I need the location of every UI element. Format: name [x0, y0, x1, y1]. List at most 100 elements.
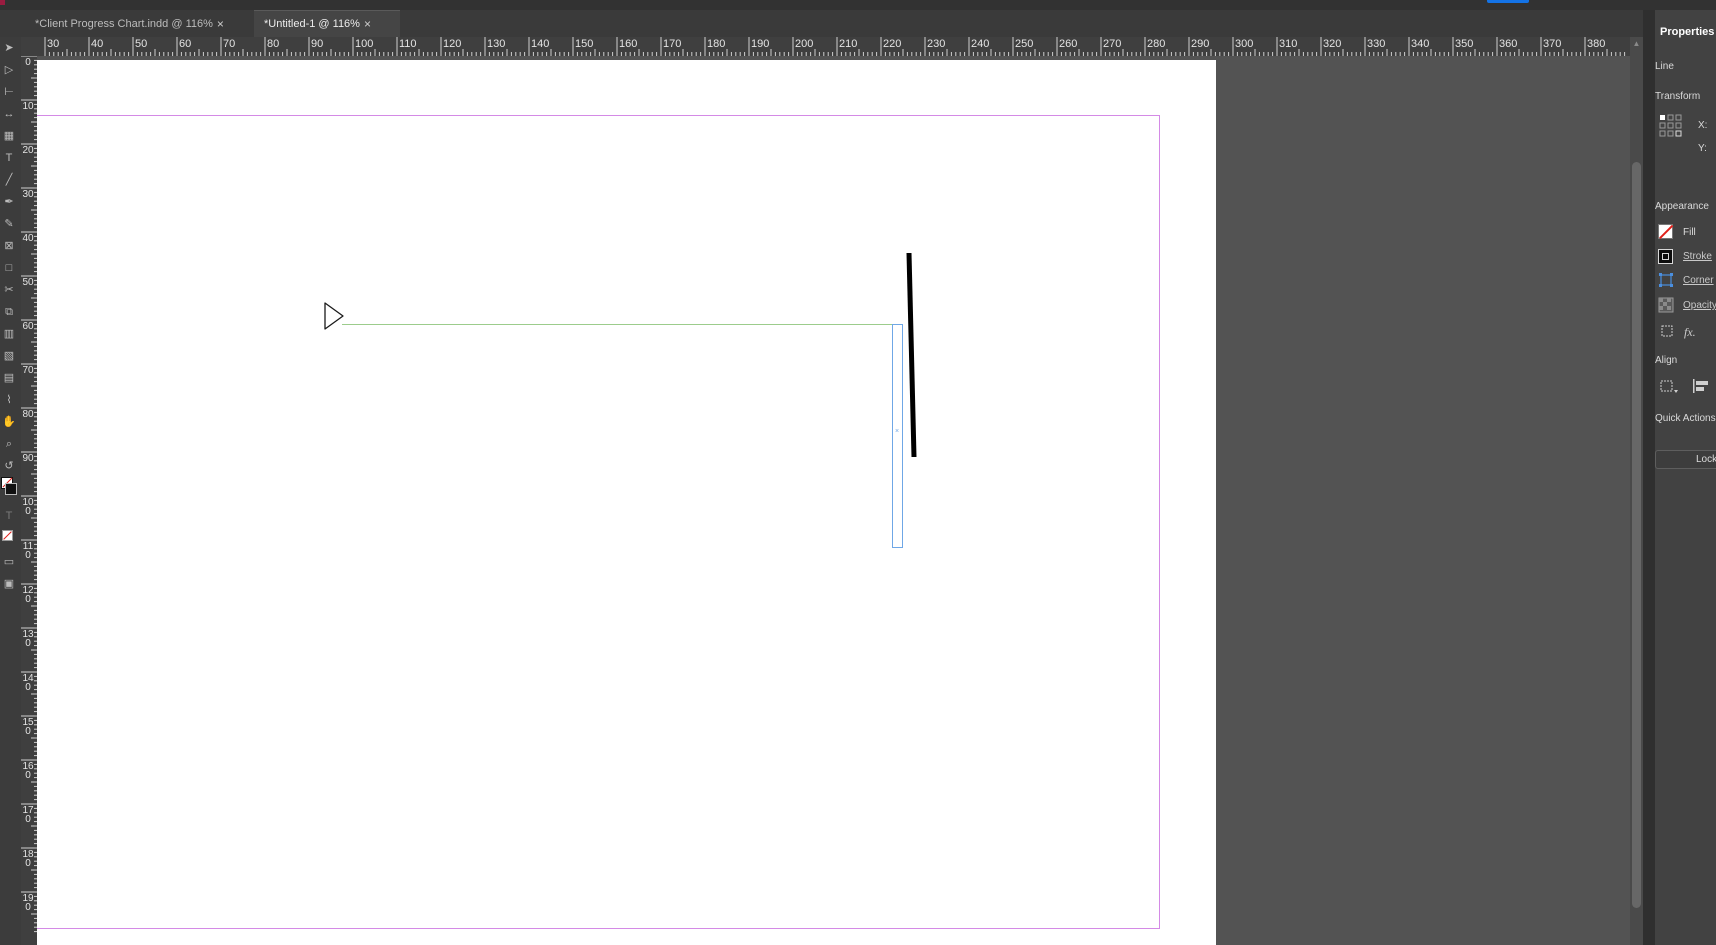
opacity-icon[interactable] [1658, 297, 1674, 313]
gradient-swatch-tool-icon[interactable]: ▥ [2, 327, 16, 341]
drawn-line[interactable] [37, 60, 1216, 945]
document-tab-bar: *Client Progress Chart.indd @ 116% × *Un… [0, 10, 1643, 38]
h-ruler-label: 70 [223, 38, 236, 50]
document-page[interactable]: × [37, 60, 1216, 945]
v-ruler-label: 190 [22, 893, 34, 913]
v-ruler-label: 180 [22, 849, 34, 869]
close-icon[interactable]: × [217, 17, 224, 31]
panel-title[interactable]: Properties [1660, 26, 1714, 38]
h-ruler-label: 200 [795, 38, 814, 50]
tab-untitled-1[interactable]: *Untitled-1 @ 116% × [254, 10, 400, 37]
app-logo-icon [0, 0, 5, 5]
free-transform-tool-icon[interactable]: ⧉ [2, 305, 16, 319]
pen-tool-icon[interactable]: ✒ [2, 195, 16, 209]
v-ruler-label: 40 [22, 233, 34, 244]
h-ruler-label: 110 [399, 38, 417, 50]
transform-heading: Transform [1655, 91, 1701, 102]
h-ruler-label: 280 [1147, 38, 1166, 50]
v-ruler-label: 70 [22, 365, 34, 376]
preview-mode-icon[interactable]: ▣ [2, 577, 16, 591]
apply-none-icon[interactable] [2, 530, 13, 541]
stroke-link[interactable]: Stroke [1683, 251, 1712, 262]
screen-mode-icon[interactable]: ▭ [2, 555, 16, 569]
corner-options-icon[interactable] [1658, 272, 1674, 288]
reference-point-icon[interactable] [1659, 114, 1685, 140]
gap-tool-icon[interactable]: ↔ [2, 107, 16, 121]
h-ruler-label: 330 [1367, 38, 1386, 50]
close-icon[interactable]: × [364, 17, 371, 31]
h-ruler-label: 220 [883, 38, 902, 50]
zoom-tool-icon[interactable]: ⌕ [2, 437, 16, 451]
hand-tool-icon[interactable]: ✋ [2, 415, 16, 429]
panel-divider[interactable] [1643, 10, 1655, 945]
vertical-ruler[interactable]: 0 10 20 30 40 50 60 70 80 90 100 110 120 130 140 150 160… [21, 56, 38, 945]
note-tool-icon[interactable]: ▤ [2, 371, 16, 385]
ruler-origin[interactable] [21, 37, 38, 57]
direct-selection-tool-icon[interactable]: ▷ [2, 63, 16, 77]
lock-button[interactable]: Lock [1655, 450, 1716, 469]
h-ruler-label: 190 [751, 38, 770, 50]
h-ruler-label: 170 [663, 38, 682, 50]
v-ruler-label: 30 [22, 189, 34, 200]
h-ruler-label: 250 [1015, 38, 1034, 50]
rectangle-frame-tool-icon[interactable]: ⊠ [2, 239, 16, 253]
swap-colors-icon[interactable]: ↺ [2, 459, 16, 473]
stroke-swatch-icon[interactable] [1658, 249, 1673, 264]
vertical-scrollbar[interactable]: ▲ [1630, 37, 1643, 945]
eyedropper-tool-icon[interactable]: ⌇ [2, 393, 16, 407]
effects-fx-button[interactable]: fx. [1684, 325, 1696, 340]
h-ruler-label: 340 [1411, 38, 1430, 50]
type-tool-icon[interactable]: T [2, 151, 16, 165]
gradient-feather-tool-icon[interactable]: ▧ [2, 349, 16, 363]
horizontal-ruler[interactable]: 30 40 50 60 70 80 90 100 110 120 130 140 150 160 170 18… [37, 37, 1643, 57]
corner-link[interactable]: Corner [1683, 275, 1714, 286]
v-ruler-label: 130 [22, 629, 34, 649]
selection-tool-icon[interactable]: ➤ [2, 41, 16, 55]
h-ruler-label: 120 [443, 38, 462, 50]
pencil-tool-icon[interactable]: ✎ [2, 217, 16, 231]
stroke-swatch-icon[interactable] [5, 483, 17, 495]
h-ruler-label: 50 [135, 38, 148, 50]
align-heading: Align [1655, 355, 1678, 366]
formatting-text-icon[interactable]: T [2, 509, 16, 523]
opacity-link[interactable]: Opacity [1683, 300, 1716, 311]
v-ruler-label: 100 [22, 497, 34, 517]
share-button[interactable] [1487, 0, 1529, 3]
h-ruler-label: 40 [91, 38, 104, 50]
align-to-selection-icon[interactable] [1658, 378, 1680, 394]
pasteboard[interactable]: × [37, 56, 1643, 945]
h-ruler-label: 350 [1455, 38, 1474, 50]
y-label: Y: [1698, 143, 1707, 154]
scissors-tool-icon[interactable]: ✂ [2, 283, 16, 297]
v-ruler-label: 150 [22, 717, 34, 737]
v-ruler-label: 140 [22, 673, 34, 693]
h-ruler-label: 180 [707, 38, 726, 50]
align-left-edges-icon[interactable] [1692, 378, 1710, 394]
page-tool-icon[interactable]: ⊢ [2, 85, 16, 99]
x-label: X: [1698, 120, 1708, 131]
tab-label: *Untitled-1 @ 116% [264, 18, 360, 30]
line-tool-icon[interactable]: ╱ [2, 173, 16, 187]
fill-none-icon[interactable] [1658, 224, 1673, 239]
fill-label[interactable]: Fill [1683, 227, 1696, 238]
scroll-up-arrow-icon[interactable]: ▲ [1632, 40, 1641, 48]
v-ruler-label: 80 [22, 409, 34, 420]
h-ruler-label: 60 [179, 38, 192, 50]
rectangle-tool-icon[interactable]: □ [2, 261, 16, 275]
h-ruler-label: 230 [927, 38, 946, 50]
v-ruler-label: 110 [22, 541, 34, 561]
mouse-cursor-icon [324, 302, 344, 330]
scrollbar-thumb[interactable] [1632, 162, 1641, 908]
h-ruler-label: 260 [1059, 38, 1078, 50]
h-ruler-label: 30 [47, 38, 60, 50]
h-ruler-label: 90 [311, 38, 324, 50]
h-ruler-label: 160 [619, 38, 638, 50]
tab-client-progress-chart[interactable]: *Client Progress Chart.indd @ 116% × [25, 10, 253, 37]
text-wrap-icon[interactable] [1659, 323, 1675, 339]
h-ruler-label: 140 [531, 38, 550, 50]
content-collector-icon[interactable]: ▦ [2, 129, 16, 143]
h-ruler-label: 270 [1103, 38, 1122, 50]
v-ruler-label: 120 [22, 585, 34, 605]
h-ruler-label: 210 [839, 38, 858, 50]
selection-type: Line [1655, 61, 1674, 72]
